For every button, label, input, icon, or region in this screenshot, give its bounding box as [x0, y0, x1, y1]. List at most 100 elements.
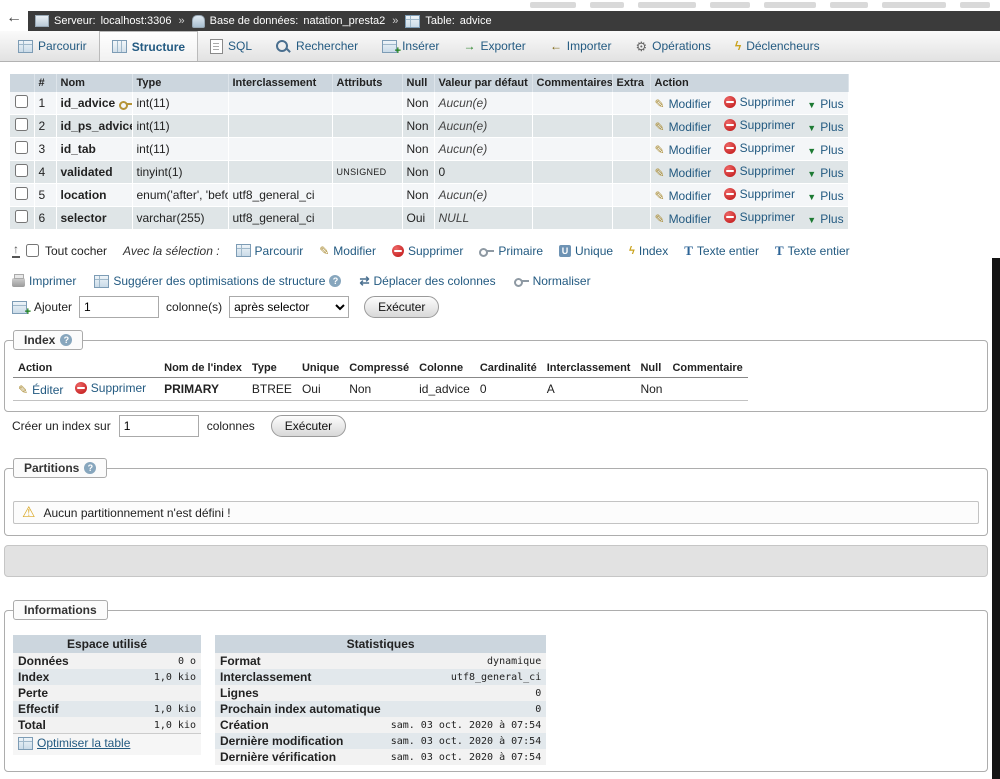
create-index-execute-button[interactable]: Exécuter [270, 415, 347, 437]
header-type[interactable]: Type [132, 74, 229, 92]
selected-primary-button[interactable]: Primaire [479, 244, 543, 258]
selected-unique-button[interactable]: Unique [559, 244, 613, 258]
help-icon[interactable] [60, 334, 73, 346]
space-used-title: Espace utilisé [13, 635, 201, 653]
row-checkbox[interactable] [15, 187, 29, 200]
header-attributes[interactable]: Attributs [332, 74, 403, 92]
browser-back-button[interactable]: ← [6, 9, 22, 27]
partitions-section: Partitions Aucun partitionnement n'est d… [4, 458, 988, 536]
selected-fulltext-button[interactable]: Texte entier [684, 244, 759, 258]
index-legend: Index [13, 330, 84, 350]
add-column-position-select[interactable]: après selector [229, 296, 350, 318]
search-icon [276, 40, 289, 52]
modify-link[interactable]: Modifier [655, 120, 712, 134]
selected-index-button[interactable]: Index [629, 244, 668, 258]
row-checkbox[interactable] [15, 164, 29, 177]
more-link[interactable]: Plus [807, 189, 843, 203]
server-link[interactable]: localhost:3306 [101, 15, 172, 27]
modify-link[interactable]: Modifier [655, 212, 712, 226]
column-collation: utf8_general_ci [228, 183, 333, 207]
add-column-icon [12, 300, 31, 318]
move-columns-link[interactable]: Déplacer des colonnes [359, 274, 496, 288]
database-link[interactable]: natation_presta2 [303, 15, 385, 27]
create-index-count-input[interactable] [118, 415, 199, 437]
browse-icon [18, 39, 33, 53]
row-checkbox[interactable] [15, 95, 29, 108]
header-extra[interactable]: Extra [612, 74, 651, 92]
column-null: Oui [402, 206, 435, 230]
chevron-down-icon [807, 213, 816, 225]
tab-label: Rechercher [296, 39, 359, 53]
add-column-execute-button[interactable]: Exécuter [364, 296, 440, 318]
normalize-link[interactable]: Normaliser [513, 274, 591, 288]
tab-inserer[interactable]: Insérer [370, 31, 451, 61]
header-null[interactable]: Null [402, 74, 435, 92]
modify-link[interactable]: Modifier [655, 189, 712, 203]
tab-declencheurs[interactable]: Déclencheurs [723, 31, 832, 61]
index-unique: Oui [296, 377, 345, 401]
tab-structure[interactable]: Structure [98, 31, 199, 61]
add-column-count-input[interactable] [79, 296, 160, 318]
check-all-label[interactable]: Tout cocher [45, 244, 107, 258]
table-row: 1 id_advice int(11) Non Aucun(e) Modifie… [10, 92, 849, 115]
row-number: 2 [34, 114, 57, 138]
tab-parcourir[interactable]: Parcourir [6, 31, 99, 61]
table-icon [405, 14, 421, 28]
warning-icon [22, 505, 35, 520]
column-extra [612, 92, 651, 115]
optimize-table-link[interactable]: Optimiser la table [18, 736, 130, 750]
tab-label: Structure [131, 39, 186, 54]
row-checkbox[interactable] [15, 210, 29, 223]
server-label: Serveur: [54, 15, 96, 27]
modify-link[interactable]: Modifier [655, 143, 712, 157]
delete-icon [723, 142, 736, 154]
selected-change-button[interactable]: Modifier [319, 244, 376, 258]
table-link[interactable]: advice [460, 15, 492, 27]
selected-fulltext-button[interactable]: Texte entier [775, 244, 850, 258]
print-link[interactable]: Imprimer [12, 274, 76, 288]
columns-table-header: # Nom Type Interclassement Attributs Nul… [10, 74, 849, 92]
drop-link[interactable]: Supprimer [723, 210, 795, 224]
table-row: Optimiser la table [13, 733, 201, 755]
more-link[interactable]: Plus [807, 166, 843, 180]
drop-link[interactable]: Supprimer [723, 118, 795, 132]
header-num[interactable]: # [34, 74, 57, 92]
row-number: 4 [34, 160, 57, 184]
header-default[interactable]: Valeur par défaut [434, 74, 533, 92]
index-edit-link[interactable]: Éditer [18, 383, 63, 397]
more-link[interactable]: Plus [807, 120, 843, 134]
header-comments[interactable]: Commentaires [532, 74, 613, 92]
tab-importer[interactable]: Importer [538, 31, 624, 61]
header-name[interactable]: Nom [56, 74, 133, 92]
modify-link[interactable]: Modifier [655, 97, 712, 111]
more-link[interactable]: Plus [807, 143, 843, 157]
help-icon[interactable] [329, 275, 342, 287]
more-link[interactable]: Plus [807, 97, 843, 111]
help-icon[interactable] [84, 462, 97, 474]
tab-sql[interactable]: SQL [198, 31, 264, 61]
drop-link[interactable]: Supprimer [723, 187, 795, 201]
bookmark-remnant [764, 2, 816, 8]
tab-exporter[interactable]: Exporter [451, 31, 537, 61]
drop-link[interactable]: Supprimer [723, 141, 795, 155]
index-drop-link[interactable]: Supprimer [74, 381, 146, 395]
row-checkbox[interactable] [15, 141, 29, 154]
tab-operations[interactable]: Opérations [623, 31, 722, 61]
drop-link[interactable]: Supprimer [723, 164, 795, 178]
breadcrumb-separator: » [392, 15, 399, 27]
row-number: 6 [34, 206, 57, 230]
row-checkbox[interactable] [15, 118, 29, 131]
selected-drop-button[interactable]: Supprimer [391, 244, 463, 258]
column-collation [228, 160, 333, 184]
check-all-checkbox[interactable] [26, 244, 39, 257]
more-link[interactable]: Plus [807, 212, 843, 226]
modify-link[interactable]: Modifier [655, 166, 712, 180]
propose-structure-link[interactable]: Suggérer des optimisations de structure [94, 274, 342, 288]
tab-rechercher[interactable]: Rechercher [264, 31, 370, 61]
selected-browse-button[interactable]: Parcourir [235, 244, 303, 258]
column-comments [532, 206, 613, 230]
delete-icon [74, 382, 87, 394]
header-collation[interactable]: Interclassement [228, 74, 333, 92]
index-icon [629, 244, 635, 257]
drop-link[interactable]: Supprimer [723, 95, 795, 109]
